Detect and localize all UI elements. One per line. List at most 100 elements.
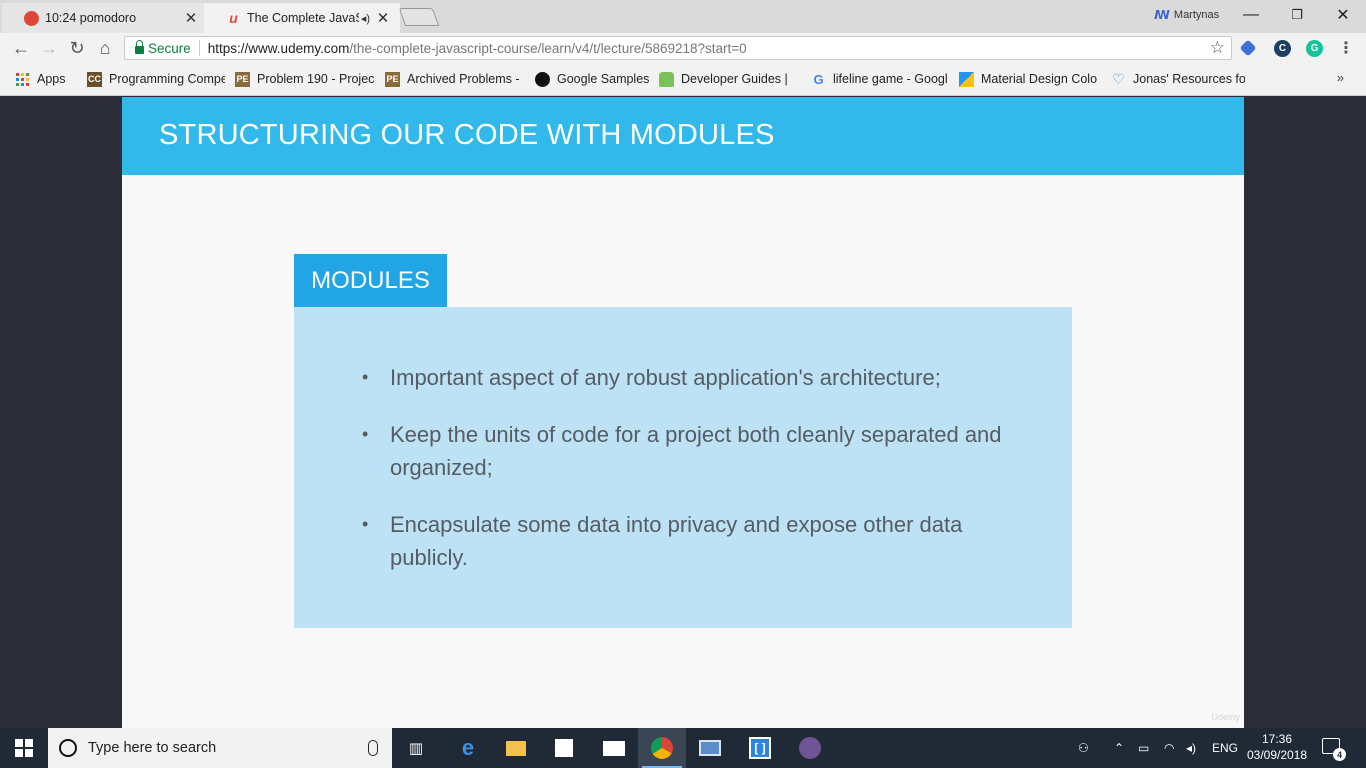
cortana-icon bbox=[59, 739, 77, 757]
mail-button[interactable] bbox=[590, 728, 638, 768]
bookmark-star-icon[interactable]: ☆ bbox=[1210, 38, 1225, 58]
bookmark-label: Problem 190 - Projec bbox=[257, 72, 375, 86]
back-button[interactable]: ← bbox=[10, 37, 32, 59]
home-icon: ⌂ bbox=[99, 37, 111, 58]
new-tab-button[interactable] bbox=[398, 8, 440, 26]
udemy-favicon-icon: u bbox=[229, 9, 238, 26]
section-label: MODULES bbox=[294, 254, 447, 307]
google-icon: G bbox=[813, 71, 824, 87]
file-explorer-button[interactable] bbox=[492, 728, 540, 768]
bookmark-label: Material Design Colo bbox=[981, 72, 1098, 86]
battery-icon[interactable]: ▭ bbox=[1138, 728, 1149, 768]
modules-content-box: Important aspect of any robust applicati… bbox=[294, 307, 1072, 628]
bookmark-jonas-resources[interactable]: ♡ Jonas' Resources for bbox=[1106, 67, 1250, 91]
clock-date: 03/09/2018 bbox=[1246, 748, 1308, 762]
bookmark-lifeline-game[interactable]: G lifeline game - Googl bbox=[806, 67, 954, 91]
close-tab-icon[interactable]: ✕ bbox=[184, 9, 198, 27]
bookmarks-bar: Apps CC Programming Compe PE Problem 190… bbox=[0, 63, 1366, 96]
clock[interactable]: 17:36 03/09/2018 bbox=[1244, 731, 1310, 763]
bookmark-label: Developer Guides | bbox=[681, 72, 788, 86]
language-indicator[interactable]: ENG bbox=[1212, 728, 1238, 768]
github-cat-icon bbox=[799, 737, 821, 759]
forward-button[interactable]: → bbox=[38, 37, 60, 59]
microphone-icon[interactable] bbox=[368, 740, 378, 756]
tab-title: The Complete JavaScr bbox=[247, 11, 359, 25]
bookmark-archived-problems[interactable]: PE Archived Problems - bbox=[380, 67, 530, 91]
project-euler-icon: PE bbox=[235, 71, 250, 87]
taskbar-search[interactable]: Type here to search bbox=[48, 728, 392, 768]
bookmarks-overflow-icon[interactable]: » bbox=[1337, 70, 1344, 85]
audio-playing-icon[interactable]: ◂) bbox=[361, 12, 370, 25]
reload-icon: ↻ bbox=[69, 37, 85, 58]
task-view-icon: ▥ bbox=[408, 740, 424, 757]
browser-toolbar: ← → ↻ ⌂ Secure https://www.udemy.com /th… bbox=[0, 33, 1366, 63]
bookmark-material-design-colors[interactable]: Material Design Colo bbox=[954, 67, 1106, 91]
edge-icon: e bbox=[461, 735, 475, 760]
browser-menu-icon[interactable]: ⋮ bbox=[1338, 38, 1354, 58]
brackets-icon: [ ] bbox=[749, 737, 771, 759]
bookmark-label: Jonas' Resources for bbox=[1133, 72, 1245, 86]
bullet-item: Encapsulate some data into privacy and e… bbox=[362, 508, 1002, 574]
show-hidden-icons-icon[interactable]: ⌃ bbox=[1114, 728, 1124, 768]
bookmark-developer-guides[interactable]: Developer Guides | bbox=[654, 67, 806, 91]
minimize-button[interactable]: — bbox=[1228, 0, 1274, 30]
mail-icon bbox=[603, 740, 625, 756]
secure-label: Secure bbox=[148, 40, 191, 56]
profile-icon: ꟿ bbox=[1154, 8, 1170, 22]
monitor-icon bbox=[699, 740, 721, 756]
tab-udemy-course[interactable]: u The Complete JavaScr ◂) ✕ bbox=[204, 3, 400, 33]
address-divider bbox=[198, 40, 200, 56]
bookmark-google-samples[interactable]: Google Samples bbox=[530, 67, 654, 91]
bullet-item: Important aspect of any robust applicati… bbox=[362, 361, 1002, 394]
maximize-button[interactable]: ❐ bbox=[1274, 0, 1320, 30]
github-icon bbox=[535, 71, 550, 87]
wifi-icon[interactable]: ◠ bbox=[1164, 728, 1174, 768]
edge-button[interactable]: e bbox=[444, 728, 492, 768]
pomodoro-favicon-icon bbox=[24, 10, 39, 26]
udemy-watermark: Udemy bbox=[1211, 712, 1240, 722]
windows-taskbar: Type here to search ▥ e [ ] ⚇ ⌃ ▭ ◠ ◂) E… bbox=[0, 728, 1366, 768]
store-icon bbox=[555, 739, 573, 757]
close-window-button[interactable]: ✕ bbox=[1320, 0, 1366, 30]
tab-pomodoro[interactable]: 10:24 pomodoro ✕ bbox=[2, 3, 208, 33]
bookmark-label: Archived Problems - bbox=[407, 72, 520, 86]
start-button[interactable] bbox=[0, 728, 48, 768]
github-desktop-button[interactable] bbox=[786, 728, 834, 768]
store-button[interactable] bbox=[540, 728, 588, 768]
reload-button[interactable]: ↻ bbox=[66, 37, 88, 59]
cc-icon: CC bbox=[87, 71, 102, 87]
home-button[interactable]: ⌂ bbox=[94, 37, 116, 59]
page-viewport: STRUCTURING OUR CODE WITH MODULES MODULE… bbox=[0, 97, 1366, 728]
folder-icon bbox=[506, 740, 526, 756]
lecture-slide: STRUCTURING OUR CODE WITH MODULES MODULE… bbox=[122, 97, 1244, 728]
bookmark-label: Programming Compe bbox=[109, 72, 225, 86]
bookmark-label: Apps bbox=[37, 72, 66, 86]
bookmark-label: lifeline game - Googl bbox=[833, 72, 948, 86]
notification-count: 4 bbox=[1333, 748, 1346, 761]
android-icon bbox=[659, 71, 674, 87]
extension-c-icon[interactable]: C bbox=[1274, 40, 1291, 57]
bookmark-problem-190[interactable]: PE Problem 190 - Projec bbox=[230, 67, 380, 91]
close-tab-icon[interactable]: ✕ bbox=[376, 9, 390, 27]
task-view-button[interactable]: ▥ bbox=[392, 728, 440, 768]
back-arrow-icon: ← bbox=[12, 37, 30, 58]
extension-graduation-icon[interactable] bbox=[1239, 39, 1257, 57]
address-bar[interactable]: Secure https://www.udemy.com /the-comple… bbox=[124, 36, 1232, 60]
chrome-icon bbox=[651, 737, 673, 759]
slide-title: STRUCTURING OUR CODE WITH MODULES bbox=[159, 119, 775, 151]
project-euler-icon: PE bbox=[385, 71, 400, 87]
people-icon[interactable]: ⚇ bbox=[1078, 728, 1089, 768]
bookmark-apps[interactable]: Apps bbox=[10, 67, 82, 91]
volume-icon[interactable]: ◂) bbox=[1186, 728, 1196, 768]
chrome-button[interactable] bbox=[638, 728, 686, 768]
brackets-app-button[interactable]: [ ] bbox=[736, 728, 784, 768]
grammarly-icon[interactable]: G bbox=[1306, 40, 1323, 57]
bookmark-programming-compe[interactable]: CC Programming Compe bbox=[82, 67, 230, 91]
forward-arrow-icon: → bbox=[40, 37, 58, 58]
profile-button[interactable]: ꟿ Martynas bbox=[1154, 8, 1219, 22]
bookmark-label: Google Samples bbox=[557, 72, 649, 86]
heart-icon: ♡ bbox=[1112, 70, 1125, 87]
remote-desktop-button[interactable] bbox=[686, 728, 734, 768]
bullet-item: Keep the units of code for a project bot… bbox=[362, 418, 1002, 484]
windows-logo-icon bbox=[15, 739, 33, 757]
